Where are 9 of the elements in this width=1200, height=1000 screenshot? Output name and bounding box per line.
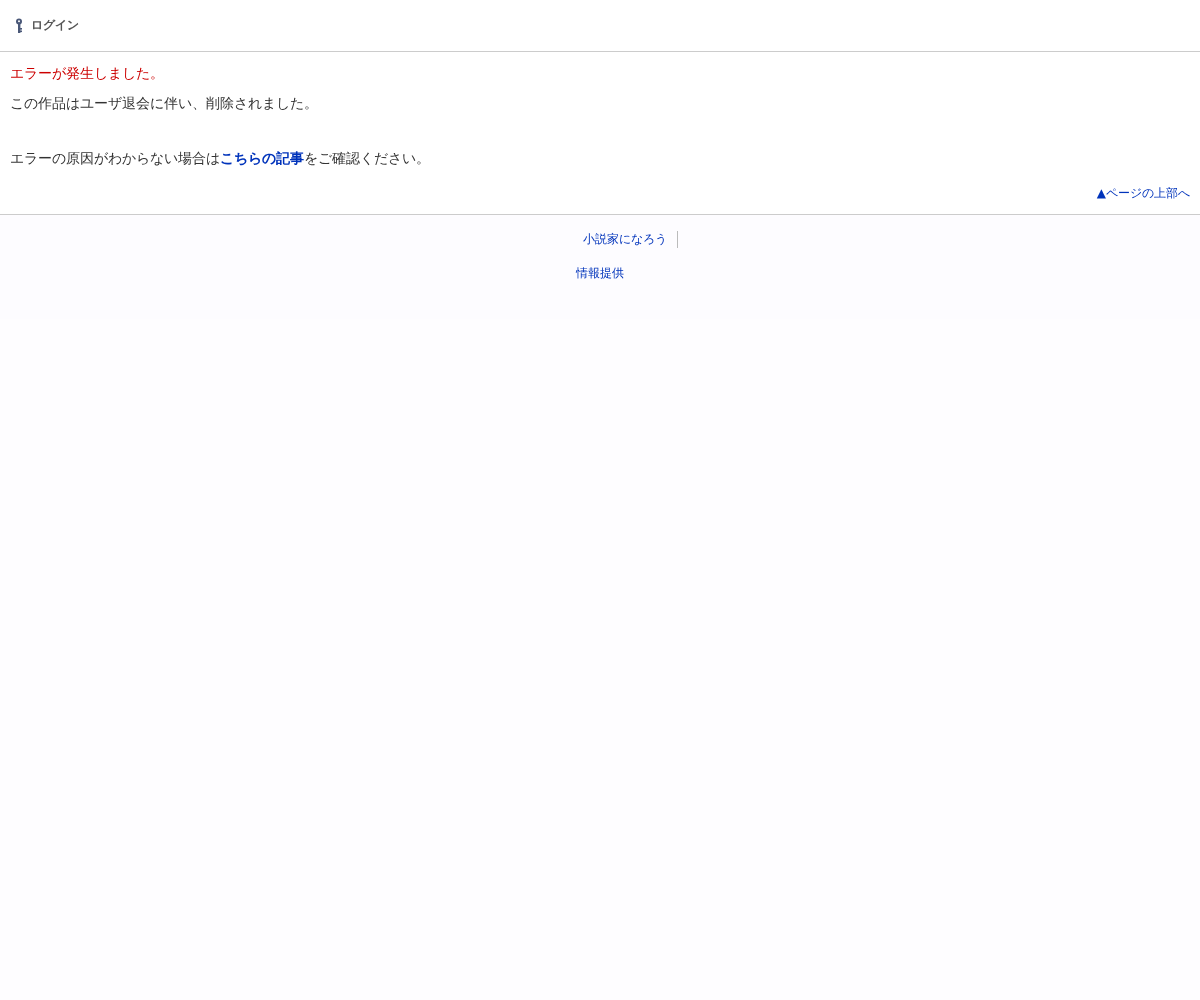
help-sentence: エラーの原因がわからない場合はこちらの記事をご確認ください。: [10, 149, 431, 167]
login-link[interactable]: ログイン: [15, 17, 79, 34]
error-message: この作品はユーザ退会に伴い、削除されました。: [10, 94, 319, 112]
error-title: エラーが発生しました。: [10, 64, 165, 82]
key-icon: [15, 17, 23, 34]
page-top-link[interactable]: ▲ページの上部へ: [1096, 185, 1190, 202]
footer-link[interactable]: 小説家になろう: [572, 231, 678, 248]
article-link[interactable]: こちらの記事: [220, 150, 304, 166]
info-link[interactable]: 情報提供: [576, 265, 624, 282]
